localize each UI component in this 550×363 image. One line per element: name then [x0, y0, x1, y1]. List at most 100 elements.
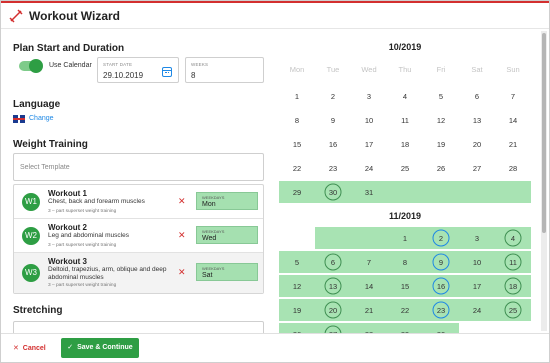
day-number[interactable]: 18 — [509, 282, 517, 291]
day-number[interactable]: 12 — [437, 116, 445, 125]
day-number[interactable]: 16 — [329, 140, 337, 149]
day-number[interactable]: 3 — [367, 92, 371, 101]
workout-description: Deltoid, trapezius, arm, oblique and dee… — [48, 266, 167, 281]
day-number[interactable]: 22 — [293, 164, 301, 173]
calendar-icon[interactable] — [162, 67, 172, 77]
language-heading: Language — [13, 99, 61, 110]
day-number[interactable]: 8 — [403, 258, 407, 267]
day-number[interactable]: 10 — [473, 258, 481, 267]
weekday-header: Mon — [290, 65, 305, 74]
day-number[interactable]: 2 — [439, 234, 443, 243]
save-continue-button[interactable]: ✓ Save & Continue — [61, 338, 139, 358]
day-number[interactable]: 29 — [293, 188, 301, 197]
day-number[interactable]: 13 — [329, 282, 337, 291]
remove-workout-icon[interactable]: ✕ — [178, 267, 186, 278]
workout-subtitle: 3 – part superset weight training — [48, 283, 117, 288]
day-number[interactable]: 4 — [403, 92, 407, 101]
remove-workout-icon[interactable]: ✕ — [178, 196, 186, 207]
day-number[interactable]: 8 — [295, 116, 299, 125]
day-highlight-fill[interactable] — [315, 227, 351, 249]
day-number[interactable]: 15 — [401, 282, 409, 291]
day-number[interactable]: 4 — [511, 234, 515, 243]
day-number[interactable]: 14 — [365, 282, 373, 291]
title-bar: Workout Wizard — [1, 3, 549, 29]
start-date-field[interactable]: START DATE 29.10.2019 — [97, 57, 179, 83]
plan-heading: Plan Start and Duration — [13, 43, 125, 54]
weekday-select[interactable]: WEEKDAYS Mon — [196, 192, 258, 210]
remove-workout-icon[interactable]: ✕ — [178, 230, 186, 241]
weeks-field[interactable]: WEEKS 8 — [185, 57, 264, 83]
weight-training-heading: Weight Training — [13, 139, 88, 150]
save-label: Save & Continue — [77, 344, 133, 351]
vertical-scrollbar[interactable] — [541, 31, 547, 331]
use-calendar-toggle[interactable] — [19, 59, 43, 73]
day-highlight-fill[interactable] — [459, 181, 495, 203]
day-number[interactable]: 2 — [331, 92, 335, 101]
day-number[interactable]: 9 — [439, 258, 443, 267]
day-number[interactable]: 21 — [509, 140, 517, 149]
app-window: Workout Wizard Plan Start and Duration U… — [0, 0, 550, 363]
day-number[interactable]: 7 — [367, 258, 371, 267]
day-number[interactable]: 19 — [293, 306, 301, 315]
weekday-label: WEEKDAYS — [202, 195, 225, 200]
day-number[interactable]: 27 — [473, 164, 481, 173]
weekday-header: Fri — [437, 65, 446, 74]
scrollbar-thumb[interactable] — [542, 33, 546, 233]
day-number[interactable]: 20 — [329, 306, 337, 315]
day-number[interactable]: 9 — [331, 116, 335, 125]
day-highlight-fill[interactable] — [495, 181, 531, 203]
day-number[interactable]: 30 — [329, 188, 337, 197]
day-number[interactable]: 22 — [401, 306, 409, 315]
day-number[interactable]: 25 — [401, 164, 409, 173]
day-number[interactable]: 14 — [509, 116, 517, 125]
weekday-header: Wed — [361, 65, 376, 74]
weeks-value: 8 — [191, 71, 196, 80]
day-number[interactable]: 11 — [509, 258, 517, 267]
day-number[interactable]: 15 — [293, 140, 301, 149]
weekday-select[interactable]: WEEKDAYS Sat — [196, 263, 258, 281]
day-number[interactable]: 31 — [365, 188, 373, 197]
day-number[interactable]: 23 — [437, 306, 445, 315]
weekday-value: Wed — [202, 235, 217, 242]
stretching-heading: Stretching — [13, 305, 63, 316]
day-number[interactable]: 16 — [437, 282, 445, 291]
day-number[interactable]: 19 — [437, 140, 445, 149]
workout-row[interactable]: W1 Workout 1 Chest, back and forearm mus… — [14, 185, 263, 219]
template-select[interactable]: Select Template — [13, 153, 264, 181]
workout-row[interactable]: W3 Workout 3 Deltoid, trapezius, arm, ob… — [14, 253, 263, 293]
day-number[interactable]: 26 — [437, 164, 445, 173]
day-number[interactable]: 6 — [475, 92, 479, 101]
day-number[interactable]: 5 — [295, 258, 299, 267]
stretching-select[interactable] — [13, 321, 264, 333]
cancel-button[interactable]: ✕ Cancel — [13, 344, 46, 352]
day-number[interactable]: 5 — [439, 92, 443, 101]
day-number[interactable]: 17 — [365, 140, 373, 149]
day-number[interactable]: 25 — [509, 306, 517, 315]
day-number[interactable]: 20 — [473, 140, 481, 149]
day-number[interactable]: 18 — [401, 140, 409, 149]
day-number[interactable]: 12 — [293, 282, 301, 291]
day-number[interactable]: 1 — [295, 92, 299, 101]
weekday-header: Sun — [506, 65, 519, 74]
day-number[interactable]: 7 — [511, 92, 515, 101]
change-language-link[interactable]: Change — [29, 115, 54, 122]
workout-description: Leg and abdominal muscles — [48, 232, 129, 239]
day-highlight-fill[interactable] — [423, 181, 459, 203]
day-highlight-fill[interactable] — [351, 227, 387, 249]
day-number[interactable]: 23 — [329, 164, 337, 173]
day-number[interactable]: 13 — [473, 116, 481, 125]
day-number[interactable]: 10 — [365, 116, 373, 125]
day-number[interactable]: 21 — [365, 306, 373, 315]
weekday-select[interactable]: WEEKDAYS Wed — [196, 226, 258, 244]
day-number[interactable]: 17 — [473, 282, 481, 291]
day-number[interactable]: 1 — [403, 234, 407, 243]
day-number[interactable]: 28 — [509, 164, 517, 173]
day-number[interactable]: 3 — [475, 234, 479, 243]
day-number[interactable]: 11 — [401, 116, 409, 125]
day-number[interactable]: 24 — [473, 306, 481, 315]
day-number[interactable]: 6 — [331, 258, 335, 267]
workout-row[interactable]: W2 Workout 2 Leg and abdominal muscles 3… — [14, 219, 263, 253]
day-highlight-fill[interactable] — [387, 181, 423, 203]
workout-name: Workout 2 — [48, 223, 87, 232]
day-number[interactable]: 24 — [365, 164, 373, 173]
